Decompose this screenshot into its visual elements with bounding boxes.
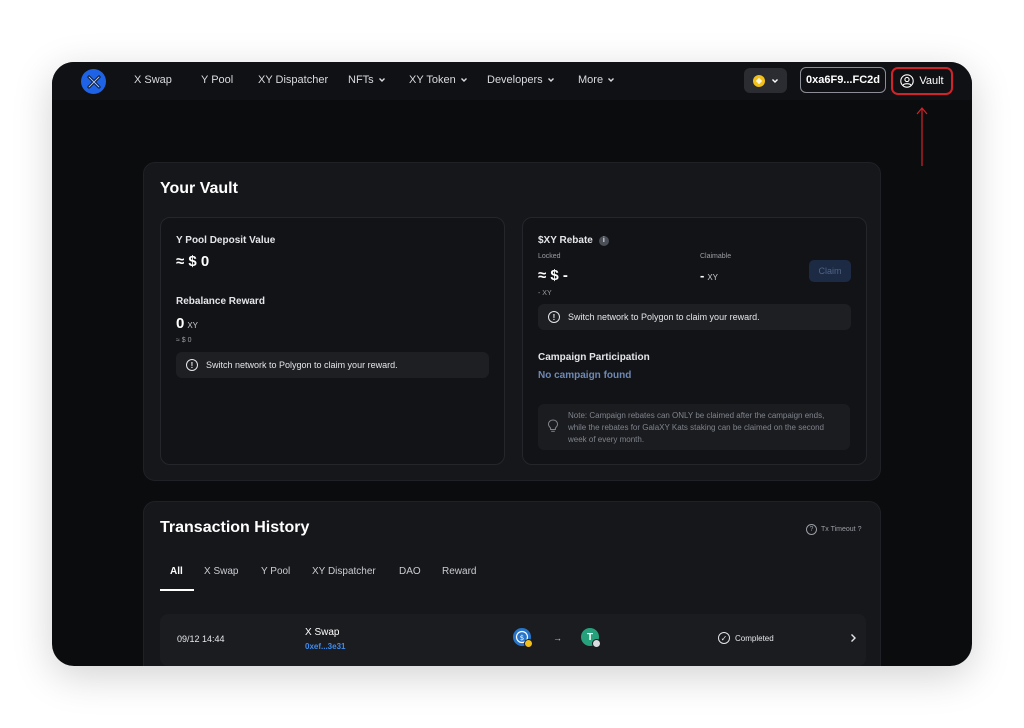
- annotation-arrow-icon: [916, 107, 928, 166]
- claimable-amount: - XY: [700, 268, 718, 283]
- xy-rebate-panel: $XY Rebate i Locked ≈ $ - - XY Claimable…: [522, 217, 867, 465]
- vault-card: Your Vault Y Pool Deposit Value ≈ $ 0 Re…: [143, 162, 881, 481]
- nav-nfts[interactable]: NFTs: [348, 74, 386, 86]
- wallet-address-button[interactable]: 0xa6F9...FC2d: [800, 67, 886, 93]
- deposit-value: ≈ $ 0: [176, 253, 210, 270]
- tx-timeout-label: Tx Timeout ?: [821, 526, 862, 533]
- vault-button[interactable]: Vault: [891, 67, 953, 95]
- top-navbar: X Swap Y Pool XY Dispatcher NFTs XY Toke…: [52, 62, 972, 100]
- arrow-right-icon: →: [553, 633, 562, 643]
- info-icon: !: [548, 311, 560, 323]
- info-icon: !: [186, 359, 198, 371]
- claimable-value: -: [700, 268, 705, 283]
- locked-sub: - XY: [538, 290, 552, 297]
- question-icon: ?: [806, 524, 817, 535]
- nav-x-swap[interactable]: X Swap: [134, 74, 172, 86]
- nav-label: XY Dispatcher: [258, 74, 329, 86]
- rebalance-unit: XY: [187, 321, 199, 330]
- chevron-down-icon: [378, 78, 385, 82]
- tx-timeout-link[interactable]: ? Tx Timeout ?: [806, 524, 861, 535]
- tab-reward[interactable]: Reward: [442, 566, 476, 577]
- note-text: Note: Campaign rebates can ONLY be claim…: [568, 411, 825, 444]
- tab-x-swap[interactable]: X Swap: [204, 566, 238, 577]
- xy-finance-logo[interactable]: [81, 69, 106, 94]
- nav-label: X Swap: [134, 74, 172, 86]
- claimable-label: Claimable: [700, 253, 732, 260]
- tx-type: X Swap: [305, 627, 340, 638]
- status-badge: ✓ Completed: [718, 632, 774, 644]
- network-notice: ! Switch network to Polygon to claim you…: [176, 352, 489, 378]
- nav-label: NFTs: [348, 74, 374, 86]
- campaign-label: Campaign Participation: [538, 352, 650, 363]
- vault-label: Vault: [919, 75, 944, 87]
- nav-label: Developers: [487, 74, 543, 86]
- chain-badge-icon: [592, 639, 601, 648]
- status-text: Completed: [735, 633, 774, 643]
- tab-all[interactable]: All: [170, 566, 183, 577]
- rebate-label: $XY Rebate: [538, 235, 593, 246]
- network-notice: ! Switch network to Polygon to claim you…: [538, 304, 851, 330]
- deposit-label: Y Pool Deposit Value: [176, 235, 276, 246]
- nav-xy-dispatcher[interactable]: XY Dispatcher: [258, 74, 328, 86]
- nav-label: XY Token: [409, 74, 456, 86]
- chevron-right-icon[interactable]: [849, 633, 857, 643]
- info-icon[interactable]: i: [598, 235, 609, 246]
- rebalance-usd: ≈ $ 0: [176, 337, 192, 344]
- nav-label: More: [578, 74, 604, 86]
- transaction-history-card: Transaction History ? Tx Timeout ? All X…: [143, 501, 881, 666]
- rebalance-label: Rebalance Reward: [176, 296, 265, 307]
- tab-dao[interactable]: DAO: [399, 566, 421, 577]
- chevron-down-icon: [460, 78, 467, 82]
- lightbulb-icon: [547, 419, 559, 432]
- nav-more[interactable]: More: [578, 74, 615, 86]
- table-row[interactable]: 09/12 14:44 X Swap 0xef...3e31 $ → T ✓ C…: [160, 614, 866, 666]
- tx-time: 09/12 14:44: [177, 634, 225, 644]
- claim-button[interactable]: Claim: [809, 260, 851, 282]
- tab-y-pool[interactable]: Y Pool: [261, 566, 290, 577]
- x-logo-icon: [87, 75, 100, 88]
- nav-developers[interactable]: Developers: [487, 74, 555, 86]
- locked-value: ≈ $ -: [538, 267, 568, 284]
- rebalance-amount: 0 XY: [176, 315, 198, 332]
- active-tab-indicator: [160, 589, 194, 591]
- claimable-unit: XY: [707, 273, 719, 282]
- tab-xy-dispatcher[interactable]: XY Dispatcher: [312, 566, 376, 577]
- nav-label: Y Pool: [201, 74, 234, 86]
- network-selector[interactable]: [744, 68, 787, 93]
- chevron-down-icon: [547, 78, 554, 82]
- app-window: X Swap Y Pool XY Dispatcher NFTs XY Toke…: [52, 62, 972, 666]
- notice-text: Switch network to Polygon to claim your …: [568, 312, 760, 322]
- rebate-header: $XY Rebate i: [538, 235, 609, 246]
- nav-xy-token[interactable]: XY Token: [409, 74, 468, 86]
- network-coin-icon: [752, 74, 765, 87]
- tx-hash-link[interactable]: 0xef...3e31: [305, 642, 345, 651]
- chevron-down-icon: [771, 78, 778, 83]
- campaign-value: No campaign found: [538, 370, 632, 381]
- rebalance-value: 0: [176, 315, 185, 332]
- chain-badge-icon: [524, 639, 533, 648]
- chevron-down-icon: [608, 78, 615, 82]
- check-circle-icon: ✓: [718, 632, 730, 644]
- y-pool-panel: Y Pool Deposit Value ≈ $ 0 Rebalance Rew…: [160, 217, 505, 465]
- locked-label: Locked: [538, 253, 561, 260]
- nav-y-pool[interactable]: Y Pool: [201, 74, 233, 86]
- section-title: Transaction History: [160, 519, 310, 536]
- page-title: Your Vault: [160, 180, 238, 197]
- campaign-note: Note: Campaign rebates can ONLY be claim…: [538, 404, 850, 450]
- user-circle-icon: [900, 74, 915, 88]
- notice-text: Switch network to Polygon to claim your …: [206, 360, 398, 370]
- wallet-address: 0xa6F9...FC2d: [806, 74, 880, 86]
